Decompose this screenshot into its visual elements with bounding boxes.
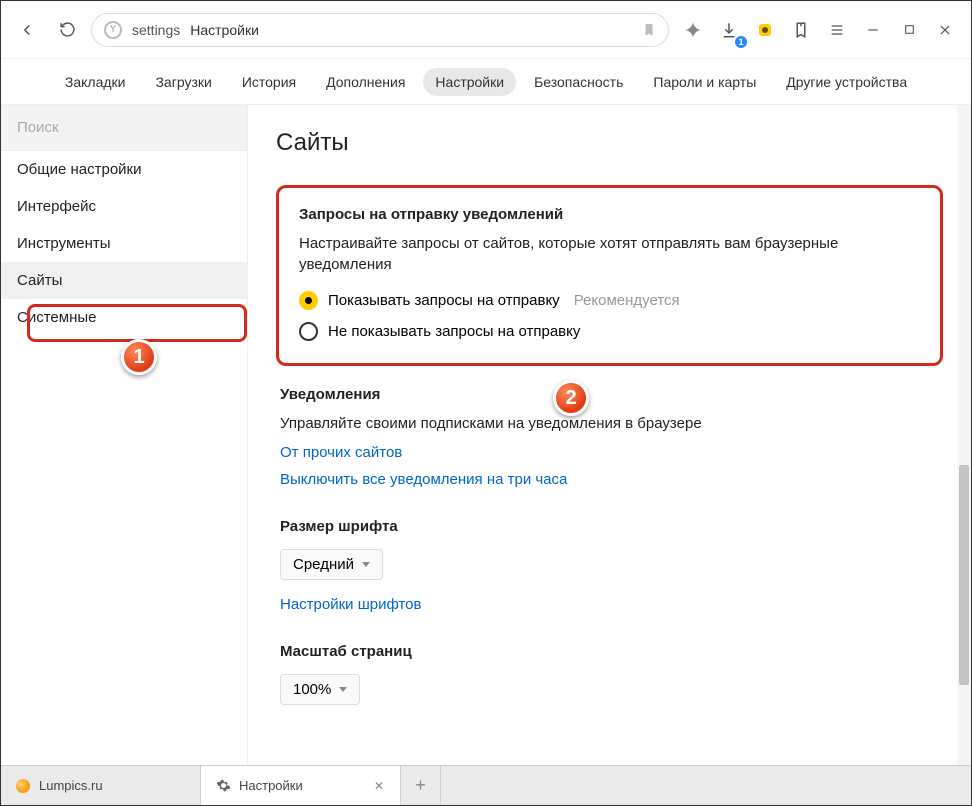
- navtab-downloads[interactable]: Загрузки: [143, 68, 223, 96]
- radio-icon: [299, 291, 318, 310]
- site-favicon: Y: [104, 21, 122, 39]
- address-title: Настройки: [190, 22, 259, 38]
- radio-hide-requests[interactable]: Не показывать запросы на отправку: [299, 322, 920, 341]
- maximize-button[interactable]: [893, 14, 925, 46]
- tab-lumpics[interactable]: Lumpics.ru: [1, 766, 201, 805]
- gear-icon: [215, 778, 231, 794]
- downloads-badge: 1: [735, 36, 747, 48]
- zoom-section: Масштаб страниц 100%: [276, 643, 943, 705]
- bookmark-icon[interactable]: [642, 22, 656, 38]
- reload-button[interactable]: [51, 14, 83, 46]
- settings-content: Сайты Запросы на отправку уведомлений На…: [248, 105, 971, 765]
- tab-strip: Lumpics.ru Настройки ✕ +: [1, 765, 971, 805]
- navtab-bookmarks[interactable]: Закладки: [53, 68, 138, 96]
- navtab-history[interactable]: История: [230, 68, 308, 96]
- settings-nav: Закладки Загрузки История Дополнения Нас…: [1, 59, 971, 105]
- tab-label: Lumpics.ru: [39, 778, 103, 793]
- new-tab-button[interactable]: +: [401, 766, 441, 805]
- notification-requests-section: Запросы на отправку уведомлений Настраив…: [276, 185, 943, 366]
- collections-icon[interactable]: [785, 14, 817, 46]
- tab-settings[interactable]: Настройки ✕: [201, 766, 401, 805]
- tab-favicon: [15, 778, 31, 794]
- settings-sidebar: Поиск Общие настройки Интерфейс Инструме…: [1, 105, 248, 765]
- sidebar-item-general[interactable]: Общие настройки: [1, 151, 247, 188]
- sidebar-item-interface[interactable]: Интерфейс: [1, 188, 247, 225]
- back-button[interactable]: [11, 14, 43, 46]
- toolbar-icons: 1: [677, 14, 961, 46]
- toolbar: Y settings Настройки 1: [1, 1, 971, 59]
- navtab-devices[interactable]: Другие устройства: [774, 68, 919, 96]
- sidebar-item-tools[interactable]: Инструменты: [1, 225, 247, 262]
- font-size-value: Средний: [293, 556, 354, 573]
- browser-window: Y settings Настройки 1: [0, 0, 972, 806]
- page-title: Сайты: [276, 129, 943, 157]
- notif-req-desc: Настраивайте запросы от сайтов, которые …: [299, 233, 920, 275]
- font-title: Размер шрифта: [280, 518, 939, 535]
- radio-icon: [299, 322, 318, 341]
- close-button[interactable]: [929, 14, 961, 46]
- notif-title: Уведомления: [280, 386, 939, 403]
- navtab-passwords[interactable]: Пароли и карты: [641, 68, 768, 96]
- tab-label: Настройки: [239, 778, 303, 793]
- minimize-button[interactable]: [857, 14, 889, 46]
- address-prefix: settings: [132, 22, 180, 38]
- settings-body: Поиск Общие настройки Интерфейс Инструме…: [1, 105, 971, 765]
- link-mute-all[interactable]: Выключить все уведомления на три часа: [280, 471, 939, 488]
- zoom-title: Масштаб страниц: [280, 643, 939, 660]
- notif-desc: Управляйте своими подписками на уведомле…: [280, 413, 939, 434]
- sidebar-item-sites[interactable]: Сайты: [1, 262, 247, 299]
- radio-hint: Рекомендуется: [574, 292, 680, 309]
- radio-label: Не показывать запросы на отправку: [328, 323, 580, 340]
- menu-icon[interactable]: [821, 14, 853, 46]
- scrollbar-thumb[interactable]: [959, 465, 969, 685]
- extension-icon[interactable]: [749, 14, 781, 46]
- notif-req-title: Запросы на отправку уведомлений: [299, 206, 920, 223]
- sidebar-item-system[interactable]: Системные: [1, 299, 247, 336]
- content-scrollbar[interactable]: [957, 105, 971, 765]
- font-size-select[interactable]: Средний: [280, 549, 383, 580]
- zoom-value: 100%: [293, 681, 331, 698]
- notifications-section: Уведомления Управляйте своими подписками…: [276, 386, 943, 488]
- zoom-select[interactable]: 100%: [280, 674, 360, 705]
- link-font-settings[interactable]: Настройки шрифтов: [280, 596, 939, 613]
- sidebar-search[interactable]: Поиск: [1, 105, 247, 151]
- navtab-security[interactable]: Безопасность: [522, 68, 635, 96]
- navtab-addons[interactable]: Дополнения: [314, 68, 417, 96]
- link-other-sites[interactable]: От прочих сайтов: [280, 444, 939, 461]
- navtab-settings[interactable]: Настройки: [423, 68, 516, 96]
- radio-show-requests[interactable]: Показывать запросы на отправку Рекоменду…: [299, 291, 920, 310]
- address-bar[interactable]: Y settings Настройки: [91, 13, 669, 47]
- downloads-icon[interactable]: 1: [713, 14, 745, 46]
- callout-badge-2: 2: [553, 380, 589, 416]
- font-size-section: Размер шрифта Средний Настройки шрифтов: [276, 518, 943, 613]
- zen-icon[interactable]: [677, 14, 709, 46]
- close-tab-icon[interactable]: ✕: [374, 780, 386, 792]
- radio-label: Показывать запросы на отправку: [328, 292, 560, 309]
- callout-badge-1: 1: [121, 339, 157, 375]
